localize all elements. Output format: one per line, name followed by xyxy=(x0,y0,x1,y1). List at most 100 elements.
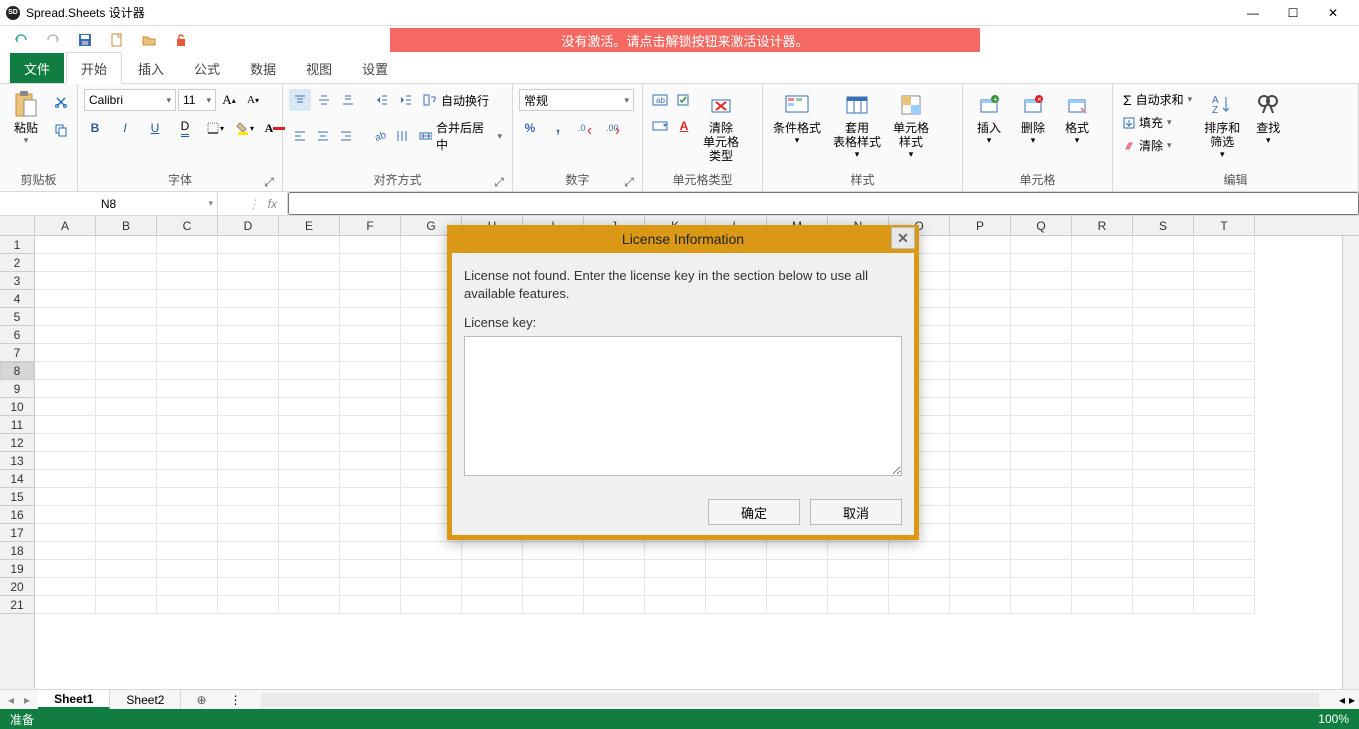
bold-button[interactable]: B xyxy=(84,117,106,139)
close-button[interactable]: ✕ xyxy=(1313,1,1353,25)
italic-button[interactable]: I xyxy=(114,117,136,139)
align-right-button[interactable] xyxy=(335,125,356,147)
align-top-button[interactable] xyxy=(289,89,311,111)
undo-button[interactable] xyxy=(12,31,30,49)
row-header[interactable]: 17 xyxy=(0,524,34,542)
maximize-button[interactable]: ☐ xyxy=(1273,1,1313,25)
row-header[interactable]: 10 xyxy=(0,398,34,416)
row-header[interactable]: 6 xyxy=(0,326,34,344)
align-middle-button[interactable] xyxy=(313,89,335,111)
table-style-button[interactable]: 套用 表格样式▾ xyxy=(829,89,885,162)
align-center-button[interactable] xyxy=(312,125,333,147)
formula-input[interactable] xyxy=(288,192,1359,215)
autosum-button[interactable]: Σ自动求和▾ xyxy=(1119,89,1196,110)
sheet-nav-last[interactable]: ▸ xyxy=(24,693,30,707)
increase-font-button[interactable]: A▴ xyxy=(218,89,240,111)
row-header[interactable]: 18 xyxy=(0,542,34,560)
align-launcher[interactable]: ⤢ xyxy=(492,175,506,189)
sort-filter-button[interactable]: AZ 排序和 筛选▾ xyxy=(1200,89,1244,162)
minimize-button[interactable]: — xyxy=(1233,1,1273,25)
celltype-checkbox-button[interactable] xyxy=(673,89,695,111)
tab-formula[interactable]: 公式 xyxy=(180,53,234,83)
merge-center-button[interactable]: 合并后居中▾ xyxy=(415,117,506,155)
number-launcher[interactable]: ⤢ xyxy=(622,175,636,189)
decrease-font-button[interactable]: A▾ xyxy=(242,89,264,111)
row-header[interactable]: 15 xyxy=(0,488,34,506)
underline-button[interactable]: U xyxy=(144,117,166,139)
row-header[interactable]: 4 xyxy=(0,290,34,308)
sheet-tab-1[interactable]: Sheet1 xyxy=(38,690,110,709)
orientation-button[interactable]: ab xyxy=(368,125,389,147)
row-header[interactable]: 9 xyxy=(0,380,34,398)
comma-button[interactable]: , xyxy=(547,117,569,139)
find-button[interactable]: 查找▾ xyxy=(1248,89,1288,148)
column-header[interactable]: A xyxy=(35,216,96,235)
row-header[interactable]: 19 xyxy=(0,560,34,578)
conditional-format-button[interactable]: 条件格式▾ xyxy=(769,89,825,148)
font-size-select[interactable]: 11▾ xyxy=(178,89,216,111)
column-header[interactable]: T xyxy=(1194,216,1255,235)
tab-insert[interactable]: 插入 xyxy=(124,53,178,83)
row-header[interactable]: 14 xyxy=(0,470,34,488)
namebox-dropdown-icon[interactable]: ▾ xyxy=(208,198,213,209)
column-header[interactable]: R xyxy=(1072,216,1133,235)
fill-button[interactable]: 填充▾ xyxy=(1119,112,1196,133)
fill-color-button[interactable]: ▾ xyxy=(234,117,256,139)
horizontal-scrollbar[interactable]: ⋮◂▸ xyxy=(221,690,1359,709)
unlock-button[interactable] xyxy=(172,31,190,49)
cell-style-button[interactable]: 单元格 样式▾ xyxy=(889,89,933,162)
add-sheet-button[interactable]: ⊕ xyxy=(181,690,221,709)
delete-cells-button[interactable]: × 删除▾ xyxy=(1013,89,1053,148)
dialog-cancel-button[interactable]: 取消 xyxy=(810,499,902,525)
column-header[interactable]: B xyxy=(96,216,157,235)
align-left-button[interactable] xyxy=(289,125,310,147)
tab-file[interactable]: 文件 xyxy=(10,53,64,83)
column-header[interactable]: P xyxy=(950,216,1011,235)
decrease-decimal-button[interactable]: .00 xyxy=(603,117,625,139)
celltype-hyperlink-button[interactable]: A xyxy=(673,115,695,137)
increase-indent-button[interactable] xyxy=(395,89,417,111)
save-button[interactable] xyxy=(76,31,94,49)
cut-button[interactable] xyxy=(50,91,72,113)
column-header[interactable]: S xyxy=(1133,216,1194,235)
vertical-scrollbar[interactable] xyxy=(1342,236,1359,689)
row-header[interactable]: 2 xyxy=(0,254,34,272)
decrease-indent-button[interactable] xyxy=(371,89,393,111)
dialog-close-button[interactable]: ✕ xyxy=(891,227,915,249)
column-header[interactable]: Q xyxy=(1011,216,1072,235)
row-header[interactable]: 12 xyxy=(0,434,34,452)
double-underline-button[interactable]: D xyxy=(174,117,196,139)
celltype-combo-button[interactable] xyxy=(649,115,671,137)
sheet-nav-first[interactable]: ◂ xyxy=(8,693,14,707)
new-button[interactable] xyxy=(108,31,126,49)
row-header[interactable]: 1 xyxy=(0,236,34,254)
license-key-input[interactable] xyxy=(464,336,902,476)
vertical-text-button[interactable] xyxy=(391,125,412,147)
tab-start[interactable]: 开始 xyxy=(66,52,122,84)
select-all-corner[interactable] xyxy=(0,216,35,236)
tab-data[interactable]: 数据 xyxy=(236,53,290,83)
clear-celltype-button[interactable]: 清除 单元格 类型 xyxy=(699,89,743,165)
row-header[interactable]: 20 xyxy=(0,578,34,596)
copy-button[interactable] xyxy=(50,119,72,141)
number-format-select[interactable]: 常规▾ xyxy=(519,89,634,111)
tab-view[interactable]: 视图 xyxy=(292,53,346,83)
row-header[interactable]: 3 xyxy=(0,272,34,290)
row-header[interactable]: 11 xyxy=(0,416,34,434)
clear-button[interactable]: 清除▾ xyxy=(1119,135,1196,156)
border-button[interactable]: ▾ xyxy=(204,117,226,139)
celltype-button-1[interactable]: ab xyxy=(649,89,671,111)
percent-button[interactable]: % xyxy=(519,117,541,139)
row-header[interactable]: 5 xyxy=(0,308,34,326)
align-bottom-button[interactable] xyxy=(337,89,359,111)
open-button[interactable] xyxy=(140,31,158,49)
column-header[interactable]: E xyxy=(279,216,340,235)
row-header[interactable]: 13 xyxy=(0,452,34,470)
row-header[interactable]: 7 xyxy=(0,344,34,362)
row-header[interactable]: 8 xyxy=(0,362,34,380)
paste-button[interactable]: 粘贴 ▾ xyxy=(6,89,46,148)
fx-icon[interactable]: fx xyxy=(268,197,277,211)
row-header[interactable]: 21 xyxy=(0,596,34,614)
increase-decimal-button[interactable]: .0 xyxy=(575,117,597,139)
font-name-select[interactable]: Calibri▾ xyxy=(84,89,176,111)
